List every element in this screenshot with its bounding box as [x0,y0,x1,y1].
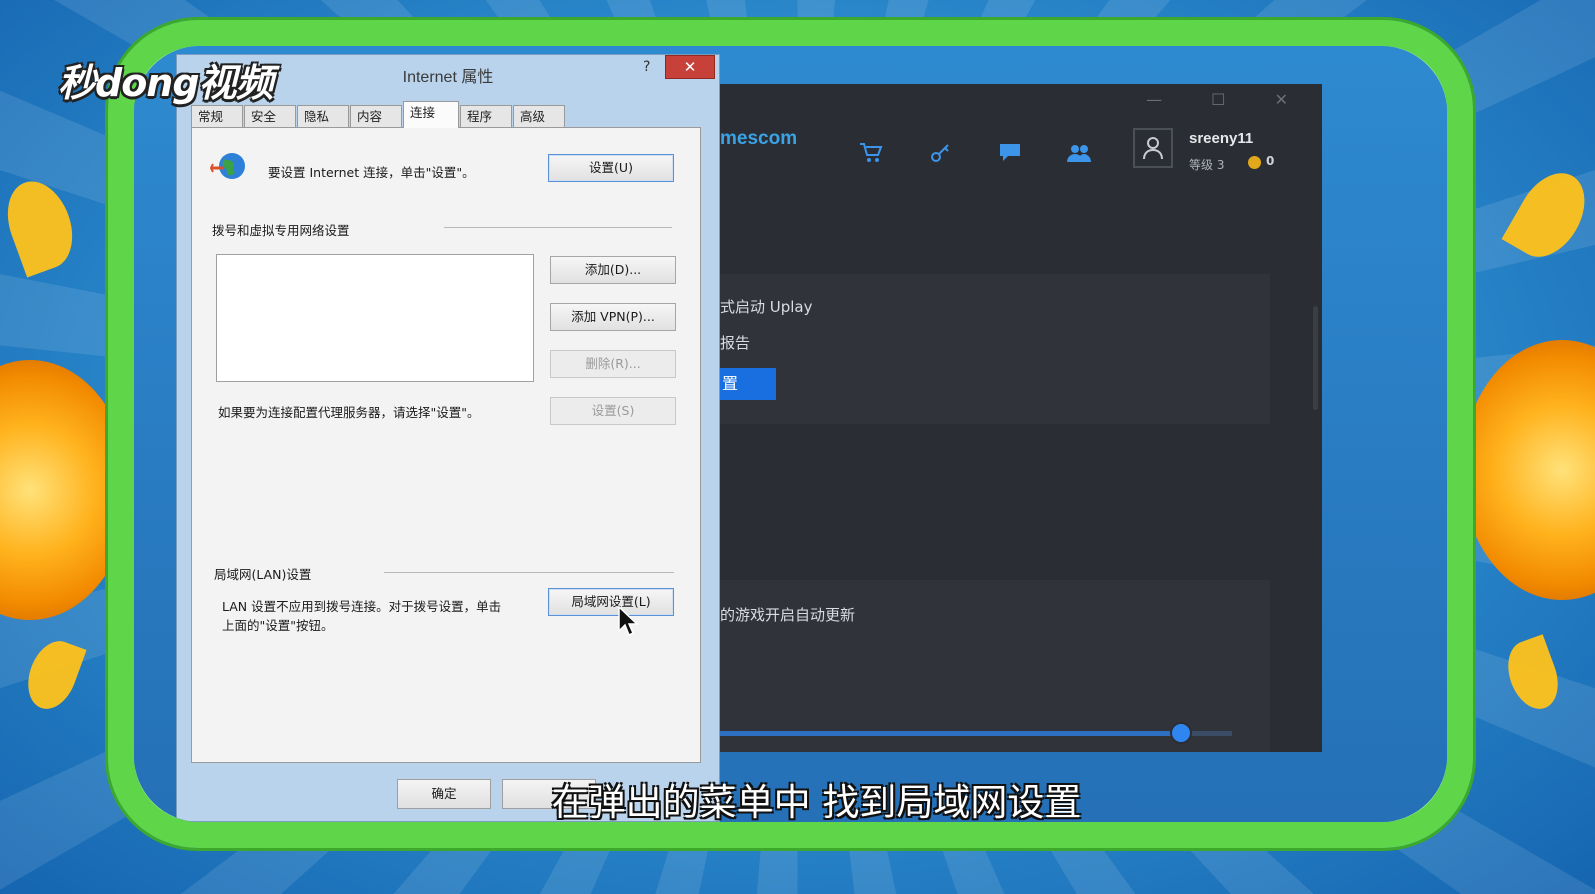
coin-count: 0 [1266,154,1275,168]
proxy-instruction: 如果要为连接配置代理服务器，请选择"设置"。 [218,405,480,420]
help-button[interactable]: ? [643,59,650,75]
globe-icon [209,150,246,180]
add-button[interactable]: 添加(D)... [550,256,676,284]
tab-general[interactable]: 常规 [191,105,243,127]
friends-icon[interactable] [1066,142,1092,162]
dialup-separator [444,227,672,228]
tab-connections[interactable]: 连接 [403,101,459,128]
uplay-brand: mescom [720,128,798,149]
coin-icon [1248,156,1261,169]
launch-uplay-label: 式启动 Uplay [720,298,813,316]
key-icon[interactable] [928,142,954,162]
user-level: 等级 3 [1189,158,1225,172]
connections-panel: 要设置 Internet 连接，单击"设置"。 设置(U) 拨号和虚拟专用网络设… [191,127,701,763]
tab-content[interactable]: 内容 [350,105,402,127]
chat-icon[interactable] [997,142,1023,162]
tab-programs[interactable]: 程序 [460,105,512,127]
report-label: 报告 [720,334,751,352]
auto-update-label: 的游戏开启自动更新 [720,606,856,624]
close-button[interactable]: ✕ [665,55,715,79]
mouse-cursor-icon [617,605,639,641]
video-subtitle: 在弹出的菜单中 找到局域网设置 [551,781,1082,824]
setup-button[interactable]: 设置(U) [548,154,674,182]
desktop-screen: — ☐ ✕ mescom sreeny11 等级 3 0 式启动 Uplay 报… [134,46,1447,822]
username[interactable]: sreeny11 [1189,130,1253,147]
slider-knob[interactable] [1169,722,1192,744]
connections-list[interactable] [216,254,534,382]
brand-logo: 秒dong视频 [58,61,274,105]
scrollbar[interactable] [1313,306,1318,410]
uplay-window: — ☐ ✕ mescom sreeny11 等级 3 0 式启动 Uplay 报… [720,84,1322,752]
remove-button[interactable]: 删除(R)... [550,350,676,378]
avatar[interactable] [1133,128,1173,168]
dialup-heading: 拨号和虚拟专用网络设置 [212,223,350,238]
lan-heading: 局域网(LAN)设置 [214,567,312,582]
cart-icon[interactable] [858,142,884,162]
slider-fill [720,731,1181,736]
uplay-window-controls[interactable]: — ☐ ✕ [1146,90,1310,109]
tab-privacy[interactable]: 隐私 [297,105,349,127]
lan-separator [384,572,674,573]
internet-properties-dialog: Internet 属性 ? ✕ 常规 安全 隐私 内容 连接 程序 高级 要设置… [176,54,720,822]
setup-instruction: 要设置 Internet 连接，单击"设置"。 [268,165,475,180]
add-vpn-button[interactable]: 添加 VPN(P)... [550,303,676,331]
lan-settings-button[interactable]: 局域网设置(L) [548,588,674,616]
lan-instruction-line2: 上面的"设置"按钮。 [222,618,334,633]
settings-button[interactable]: 置 [720,368,776,400]
tab-advanced[interactable]: 高级 [513,105,565,127]
settings-button[interactable]: 设置(S) [550,397,676,425]
lan-instruction-line1: LAN 设置不应用到拨号连接。对于拨号设置，单击 [222,599,502,614]
tab-security[interactable]: 安全 [244,105,296,127]
slider-track[interactable] [720,731,1232,736]
